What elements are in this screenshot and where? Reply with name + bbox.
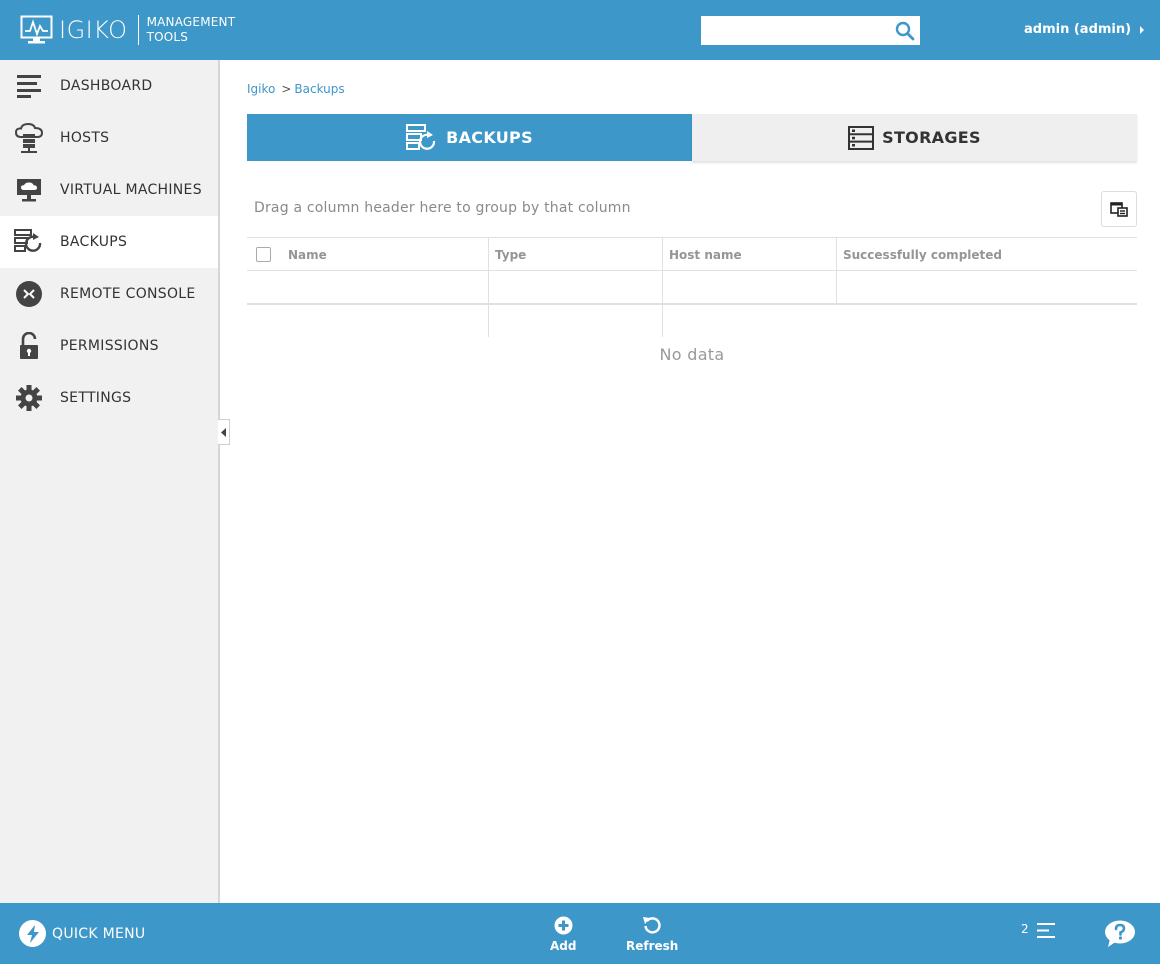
sidebar-item-label: DASHBOARD: [60, 78, 153, 94]
add-label: Add: [550, 939, 577, 953]
filter-cell-host-name[interactable]: [662, 271, 836, 303]
unlocked-padlock-icon: [14, 331, 44, 361]
lightning-icon: [19, 920, 46, 947]
hosts-cloud-server-icon: [14, 123, 44, 153]
logo-divider: [137, 15, 139, 45]
grid-cell: [488, 305, 662, 337]
logo-subtitle-line2: TOOLS: [146, 30, 189, 44]
add-button[interactable]: Add: [550, 914, 576, 953]
search-input[interactable]: [701, 16, 891, 45]
sidebar-item-hosts[interactable]: HOSTS: [0, 112, 218, 164]
refresh-label: Refresh: [626, 939, 679, 953]
list-icon: [1036, 923, 1055, 938]
search-icon[interactable]: [894, 20, 916, 42]
grid-header-successfully-completed[interactable]: Successfully completed: [836, 238, 1137, 271]
quick-menu-label: QUICK MENU: [52, 925, 146, 942]
storage-icon: [848, 125, 875, 150]
sidebar-item-label: PERMISSIONS: [60, 338, 159, 354]
plus-circle-icon: [554, 914, 573, 936]
grid-filter-row: [247, 271, 1137, 305]
sidebar-item-label: BACKUPS: [60, 234, 128, 250]
tab-label: BACKUPS: [446, 128, 533, 147]
sidebar-item-settings[interactable]: SETTINGS: [0, 372, 218, 424]
sidebar-item-label: SETTINGS: [60, 390, 132, 406]
tab-storages[interactable]: STORAGES: [692, 114, 1137, 161]
user-label: admin (admin): [1024, 22, 1132, 37]
logo-subtitle-line1: MANAGEMENT: [146, 15, 236, 29]
bottom-toolbar: QUICK MENU Add Refresh 2: [0, 903, 1160, 964]
grid-header-type[interactable]: Type: [488, 238, 662, 271]
grid-cell: [662, 305, 836, 337]
remote-console-icon: [14, 279, 44, 309]
dashboard-icon: [14, 71, 44, 101]
sidebar-item-label: HOSTS: [60, 130, 110, 146]
refresh-button[interactable]: Refresh: [626, 914, 678, 953]
grid-cell: [836, 305, 1137, 337]
quick-menu-button[interactable]: QUICK MENU: [19, 920, 145, 947]
grid-header-name[interactable]: Name: [247, 238, 488, 271]
column-chooser-button[interactable]: [1101, 191, 1137, 227]
logo-name: IGIKO: [59, 16, 128, 44]
monitor-cloud-icon: [14, 175, 44, 205]
grid-no-data-text: No data: [659, 345, 725, 364]
search-box: [701, 16, 920, 45]
tab-backups[interactable]: BACKUPS: [247, 114, 692, 161]
igiko-logo[interactable]: IGIKO MANAGEMENT TOOLS: [20, 14, 235, 46]
column-header-label: Type: [495, 247, 527, 262]
backup-tabs: BACKUPS STORAGES: [247, 114, 1137, 161]
sidebar-item-permissions[interactable]: PERMISSIONS: [0, 320, 218, 372]
sidebar-item-label: VIRTUAL MACHINES: [60, 182, 202, 198]
column-header-label: Name: [288, 247, 327, 262]
caret-left-icon: [221, 427, 226, 437]
column-chooser-icon: [1110, 202, 1128, 217]
grid-cell: [247, 305, 488, 337]
column-header-label: Successfully completed: [843, 247, 1002, 262]
column-header-label: Host name: [669, 247, 742, 262]
sidebar-item-label: REMOTE CONSOLE: [60, 286, 196, 302]
caret-right-icon: [1140, 25, 1145, 34]
grid-header-row: Name Type Host name Successfully complet…: [247, 237, 1137, 271]
help-icon[interactable]: [1104, 920, 1136, 948]
sidebar-item-virtual-machines[interactable]: VIRTUAL MACHINES: [0, 164, 218, 216]
breadcrumb-current[interactable]: Backups: [294, 82, 344, 96]
grid-header-host-name[interactable]: Host name: [662, 238, 836, 271]
notifications-button[interactable]: 2: [1021, 922, 1057, 939]
refresh-icon: [642, 914, 662, 936]
sidebar-item-remote-console[interactable]: REMOTE CONSOLE: [0, 268, 218, 320]
monitor-chart-icon: [20, 15, 53, 44]
logo-subtitle: MANAGEMENT TOOLS: [147, 15, 236, 45]
gear-icon: [14, 383, 44, 413]
notification-count: 2: [1021, 921, 1029, 936]
breadcrumb: Igiko > Backups: [247, 82, 345, 96]
sidebar-item-backups[interactable]: BACKUPS: [0, 216, 218, 268]
filter-cell-type[interactable]: [488, 271, 662, 303]
sidebar: DASHBOARD HOSTS VIRTUAL MACHINES BACKUPS…: [0, 60, 220, 903]
breadcrumb-separator: >: [281, 82, 292, 96]
grid-empty-row: [247, 305, 1137, 337]
breadcrumb-root-link[interactable]: Igiko: [247, 82, 275, 96]
backups-icon: [14, 227, 44, 257]
select-all-checkbox[interactable]: [256, 247, 271, 262]
group-panel-hint: Drag a column header here to group by th…: [254, 200, 631, 216]
backups-icon: [406, 123, 436, 150]
sidebar-item-dashboard[interactable]: DASHBOARD: [0, 60, 218, 112]
tab-label: STORAGES: [882, 128, 981, 147]
backups-grid: Name Type Host name Successfully complet…: [247, 237, 1137, 337]
top-header: IGIKO MANAGEMENT TOOLS admin (admin): [0, 0, 1160, 60]
filter-cell-successfully-completed[interactable]: [836, 271, 1137, 303]
filter-cell-name[interactable]: [247, 271, 488, 303]
sidebar-collapse-handle[interactable]: [218, 419, 230, 445]
user-menu[interactable]: admin (admin): [1024, 22, 1145, 37]
